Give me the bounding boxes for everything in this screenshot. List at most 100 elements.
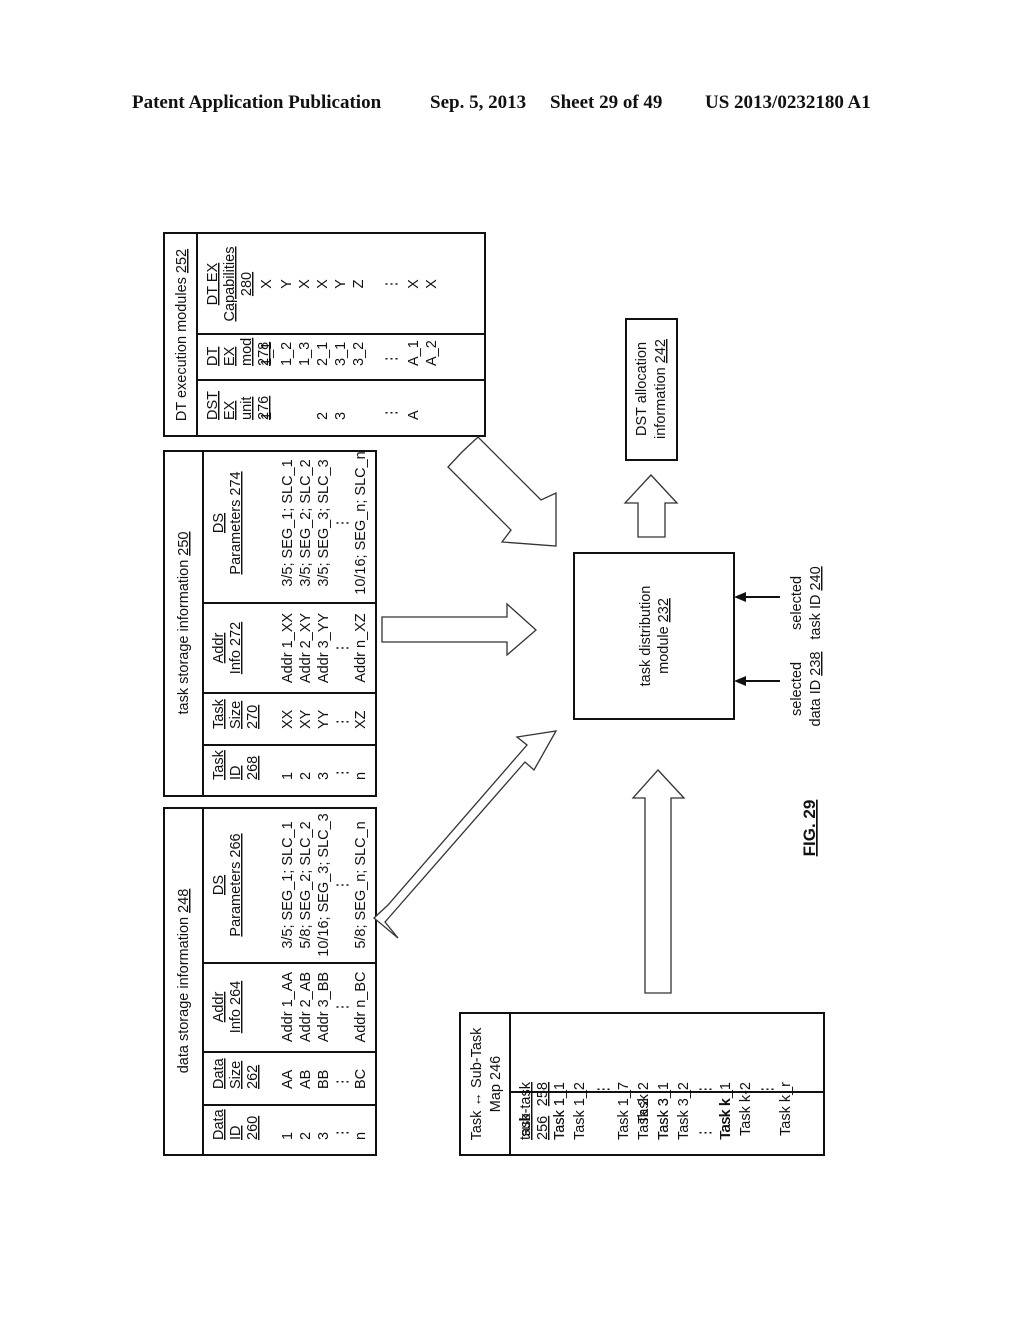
table-cell: ⋮ [335, 715, 351, 730]
table-cell: YY [316, 709, 332, 729]
table-cell: ⋮ [760, 1082, 776, 1097]
dt-execution-modules-title: DT execution modules 252 [174, 249, 190, 421]
table-cell: 3 [316, 1132, 332, 1140]
table-cell: 3/5; SEG_1; SLC_1 [280, 459, 296, 586]
table-cell: 1_1 [259, 342, 275, 366]
table-cell: X [406, 279, 422, 289]
column-header: ID [228, 1126, 244, 1141]
table-cell: ⋮ [384, 277, 400, 292]
table-cell: 5/8; SEG_2; SLC_2 [298, 821, 314, 948]
selected-task-id-line2: task ID 240 [808, 566, 824, 639]
table-cell: Task k-2 [738, 1082, 754, 1136]
column-header: 260 [245, 1116, 261, 1140]
table-cell: Task 3_1 [656, 1082, 672, 1140]
column-header: Capabilities [222, 247, 238, 322]
table-cell: ⋮ [596, 1082, 612, 1097]
column-header: Info 264 [228, 981, 244, 1033]
column-header: Task [211, 749, 227, 780]
data-storage-border [163, 807, 377, 1156]
table-cell: ⋮ [698, 1082, 714, 1097]
column-header: 258 [535, 1082, 551, 1106]
table-cell: X [315, 279, 331, 289]
table-cell: X [424, 279, 440, 289]
table-cell: ⋮ [335, 1075, 351, 1090]
table-cell: 3 [316, 772, 332, 780]
column-header: Size [228, 701, 244, 729]
table-cell: BB [316, 1070, 332, 1089]
table-cell: 2 [315, 412, 331, 420]
dst-allocation-label-line2: information 242 [653, 339, 669, 439]
column-header: Info 272 [228, 622, 244, 674]
column-header: DT [205, 347, 221, 366]
table-cell: AB [298, 1070, 314, 1089]
table-cell: Addr n_BC [353, 972, 369, 1043]
table-cell: 1 [280, 772, 296, 780]
task-subtask-map-table: Task ↔ Sub-Task Map 246 task 256sub-task 2… [459, 1012, 825, 1156]
task-storage-title: task storage information 250 [176, 532, 192, 715]
column-header: 256 [535, 1116, 551, 1140]
table-cell: X [259, 279, 275, 289]
column-header: 262 [245, 1065, 261, 1089]
table-cell: 3/5; SEG_3; SLC_3 [316, 459, 332, 586]
data-storage-information-table: data storage information 248 Data ID 260Da… [163, 807, 377, 1156]
column-header: 270 [245, 705, 261, 729]
column-header: DST [205, 391, 221, 420]
table-cell: Z [351, 279, 367, 288]
table-cell: BC [353, 1069, 369, 1089]
table-cell: X [297, 279, 313, 289]
column-header: unit [239, 397, 255, 420]
block-arrow-from-data-storage [373, 730, 558, 939]
table-cell: n [353, 772, 369, 780]
table-cell: ⋮ [384, 406, 400, 421]
column-header: Task [211, 698, 227, 729]
task-distribution-label-line2: module 232 [656, 598, 672, 674]
table-cell: ⋮ [335, 641, 351, 656]
table-cell: 3 [333, 412, 349, 420]
table-cell: 5/8; SEG_n; SLC_n [353, 821, 369, 948]
table-cell: Addr n_XZ [353, 613, 369, 682]
table-cell: Addr 3_BB [316, 972, 332, 1042]
table-cell: Addr 2_XY [298, 613, 314, 683]
table-cell: A_1 [406, 340, 422, 366]
table-cell: n [353, 1132, 369, 1140]
table-cell: AA [280, 1069, 296, 1089]
table-cell: 3/5; SEG_1; SLC_1 [280, 821, 296, 948]
column-header: DT EX [205, 262, 221, 305]
table-cell: A_2 [424, 340, 440, 366]
table-cell: 1_3 [297, 342, 313, 366]
table-cell: Task k_1 [718, 1082, 734, 1139]
table-cell: ⋮ [698, 1126, 714, 1141]
table-cell: Y [279, 279, 295, 289]
column-header: 280 [239, 272, 255, 296]
column-header: Size [228, 1061, 244, 1089]
block-arrow-from-dt-execution [447, 436, 557, 547]
table-cell: Y [333, 279, 349, 289]
table-cell: A [406, 410, 422, 420]
task-storage-information-table: task storage information 250 Task ID 268Ta… [163, 450, 377, 797]
table-cell: Addr 2_AB [298, 972, 314, 1042]
figure-29-diagram: DT execution modules 252 DST EX unit 276DT E… [163, 232, 825, 1156]
table-cell: Task 3_2 [676, 1082, 692, 1140]
task-distribution-module [573, 552, 735, 720]
table-cell: 2 [298, 1132, 314, 1140]
table-cell: ⋮ [335, 766, 351, 781]
table-cell: ⋮ [335, 1000, 351, 1015]
table-cell: 1 [259, 412, 275, 420]
table-cell: 3/5; SEG_2; SLC_2 [298, 459, 314, 586]
column-header: sub-task [518, 1081, 534, 1137]
block-arrow-to-allocation [623, 474, 679, 538]
table-cell: Task 1_2 [572, 1082, 588, 1140]
table-cell: XX [280, 709, 296, 729]
column-header: Data [211, 1108, 227, 1140]
selected-data-id-arrowhead-icon [734, 676, 746, 686]
table-cell: Task 2 [636, 1082, 652, 1124]
figure-label: FIG. 29 [800, 800, 819, 857]
column-header: 268 [245, 756, 261, 780]
column-header: Data [211, 1057, 227, 1089]
block-arrow-from-task-map [631, 769, 686, 994]
table-cell: ⋮ [384, 352, 400, 367]
table-cell: 1 [280, 1132, 296, 1140]
selected-data-id-line2: data ID 238 [808, 652, 824, 727]
table-cell: 10/16; SEG_3; SLC_3 [316, 813, 332, 957]
table-cell: XZ [353, 710, 369, 729]
